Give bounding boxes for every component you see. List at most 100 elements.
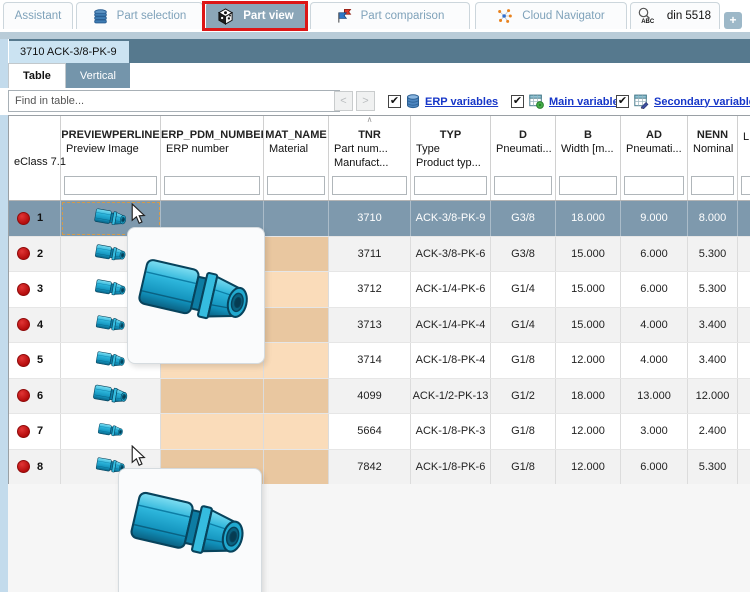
cell-nenn[interactable]: 3.400 [688,343,738,378]
cell-tnr[interactable]: 3712 [329,272,411,307]
column-header-b[interactable]: B Width [m... [556,116,621,200]
main-variables-link[interactable]: Main variables [549,96,625,108]
filter-input-d[interactable] [494,176,552,195]
cell-ad[interactable]: 6.000 [621,272,688,307]
column-header-typ[interactable]: TYP Type Product typ... [411,116,491,200]
cell-mat[interactable] [264,307,329,342]
cell-d[interactable]: G1/8 [491,343,556,378]
cell-mat[interactable] [264,272,329,307]
cell-tnr[interactable]: 3714 [329,343,411,378]
filter-input-l[interactable] [741,176,750,195]
column-header-mat[interactable]: MAT_NAME Material [264,116,329,200]
cell-b[interactable]: 12.000 [556,449,621,484]
cell-nenn[interactable]: 5.300 [688,272,738,307]
filter-input-preview[interactable] [64,176,157,195]
cell-ad[interactable]: 4.000 [621,307,688,342]
cell-nenn[interactable]: 5.300 [688,236,738,271]
table-row[interactable]: 4 3713 ACK-1/4-PK-4 G1/4 15.000 4.000 3.400 [9,307,750,343]
document-tab[interactable]: 3710 ACK-3/8-PK-9 [8,41,129,63]
cell-mat[interactable] [264,414,329,449]
cell-typ[interactable]: ACK-1/2-PK-13 [411,378,491,413]
cell-mat[interactable] [264,343,329,378]
cell-nenn[interactable]: 3.400 [688,307,738,342]
column-header-d[interactable]: D Pneumati... [491,116,556,200]
find-in-table-input[interactable] [8,90,340,112]
cell-l[interactable] [738,450,750,485]
cell-b[interactable]: 15.000 [556,307,621,342]
column-header-tnr[interactable]: ∧ TNR Part num... Manufact... [329,116,411,200]
filter-input-b[interactable] [559,176,617,195]
tab-part-selection[interactable]: Part selection [76,2,203,29]
cell-rownum[interactable]: 1 [9,201,61,236]
cell-l[interactable] [738,414,750,449]
column-header-preview[interactable]: PREVIEWPERLINE Preview Image [61,116,161,200]
table-row[interactable]: 5 3714 ACK-1/8-PK-4 G1/8 12.000 4.000 3.400 [9,343,750,379]
cell-ad[interactable]: 3.000 [621,414,688,449]
filter-input-nenn[interactable] [691,176,734,195]
cell-ad[interactable]: 6.000 [621,449,688,484]
erp-variables-checkbox[interactable]: ✔ [388,95,401,108]
cell-nenn[interactable]: 5.300 [688,449,738,484]
cell-typ[interactable]: ACK-1/4-PK-4 [411,307,491,342]
cell-rownum[interactable]: 8 [9,449,61,484]
cell-ad[interactable]: 6.000 [621,236,688,271]
secondary-variables-checkbox[interactable]: ✔ [616,95,629,108]
tab-assistant[interactable]: Assistant [3,2,73,29]
table-row[interactable]: 7 5664 ACK-1/8-PK-3 G1/8 12.000 3.000 2.400 [9,414,750,450]
tab-part-comparison[interactable]: Part comparison [310,2,470,29]
cell-l[interactable] [738,379,750,414]
filter-input-typ[interactable] [414,176,487,195]
main-variables-checkbox[interactable]: ✔ [511,95,524,108]
cell-mat[interactable] [264,378,329,413]
cell-b[interactable]: 15.000 [556,236,621,271]
cell-rownum[interactable]: 2 [9,236,61,271]
column-header-rownum[interactable]: eClass 7.1 [9,116,66,200]
cell-b[interactable]: 18.000 [556,201,621,236]
cell-b[interactable]: 12.000 [556,414,621,449]
cell-tnr[interactable]: 3711 [329,236,411,271]
table-row[interactable]: 6 4099 ACK-1/2-PK-13 G1/2 18.000 13.000 12.000 [9,378,750,414]
cell-tnr[interactable]: 3713 [329,307,411,342]
filter-input-ad[interactable] [624,176,684,195]
cell-erp[interactable] [161,378,264,413]
cell-tnr[interactable]: 5664 [329,414,411,449]
cell-typ[interactable]: ACK-1/8-PK-4 [411,343,491,378]
cell-d[interactable]: G3/8 [491,236,556,271]
find-previous-button[interactable]: < [334,91,353,111]
filter-input-mat[interactable] [267,176,325,195]
cell-d[interactable]: G1/8 [491,449,556,484]
cell-tnr[interactable]: 4099 [329,378,411,413]
cell-preview[interactable] [61,378,161,413]
column-header-nenn[interactable]: NENN Nominal ... [688,116,738,200]
cell-typ[interactable]: ACK-1/4-PK-6 [411,272,491,307]
cell-b[interactable]: 15.000 [556,272,621,307]
table-row[interactable]: 2 3711 ACK-3/8-PK-6 G3/8 15.000 6.000 5.300 [9,236,750,272]
cell-rownum[interactable]: 3 [9,272,61,307]
cell-typ[interactable]: ACK-1/8-PK-3 [411,414,491,449]
cell-d[interactable]: G3/8 [491,201,556,236]
cell-l[interactable] [738,272,750,307]
cell-tnr[interactable]: 3710 [329,201,411,236]
cell-d[interactable]: G1/8 [491,414,556,449]
secondary-variables-link[interactable]: Secondary variables [654,96,750,108]
table-row[interactable]: 3 3712 ACK-1/4-PK-6 G1/4 15.000 6.000 5.300 [9,272,750,308]
cell-rownum[interactable]: 7 [9,414,61,449]
cell-mat[interactable] [264,449,329,484]
find-next-button[interactable]: > [356,91,375,111]
cell-nenn[interactable]: 8.000 [688,201,738,236]
tab-cloud-navigator[interactable]: Cloud Navigator [475,2,627,29]
cell-d[interactable]: G1/4 [491,307,556,342]
cell-ad[interactable]: 9.000 [621,201,688,236]
cell-typ[interactable]: ACK-3/8-PK-6 [411,236,491,271]
tab-vertical-view[interactable]: Vertical [65,63,130,88]
cell-nenn[interactable]: 12.000 [688,378,738,413]
cell-ad[interactable]: 13.000 [621,378,688,413]
cell-nenn[interactable]: 2.400 [688,414,738,449]
table-row[interactable]: 1 3710 ACK-3/8-PK-9 G3/8 18.000 9.000 8.000 [9,201,750,237]
filter-input-erp[interactable] [164,176,260,195]
cell-typ[interactable]: ACK-3/8-PK-9 [411,201,491,236]
cell-l[interactable] [738,237,750,272]
column-header-ad[interactable]: AD Pneumati... [621,116,688,200]
cell-l[interactable] [738,343,750,378]
cell-d[interactable]: G1/4 [491,272,556,307]
